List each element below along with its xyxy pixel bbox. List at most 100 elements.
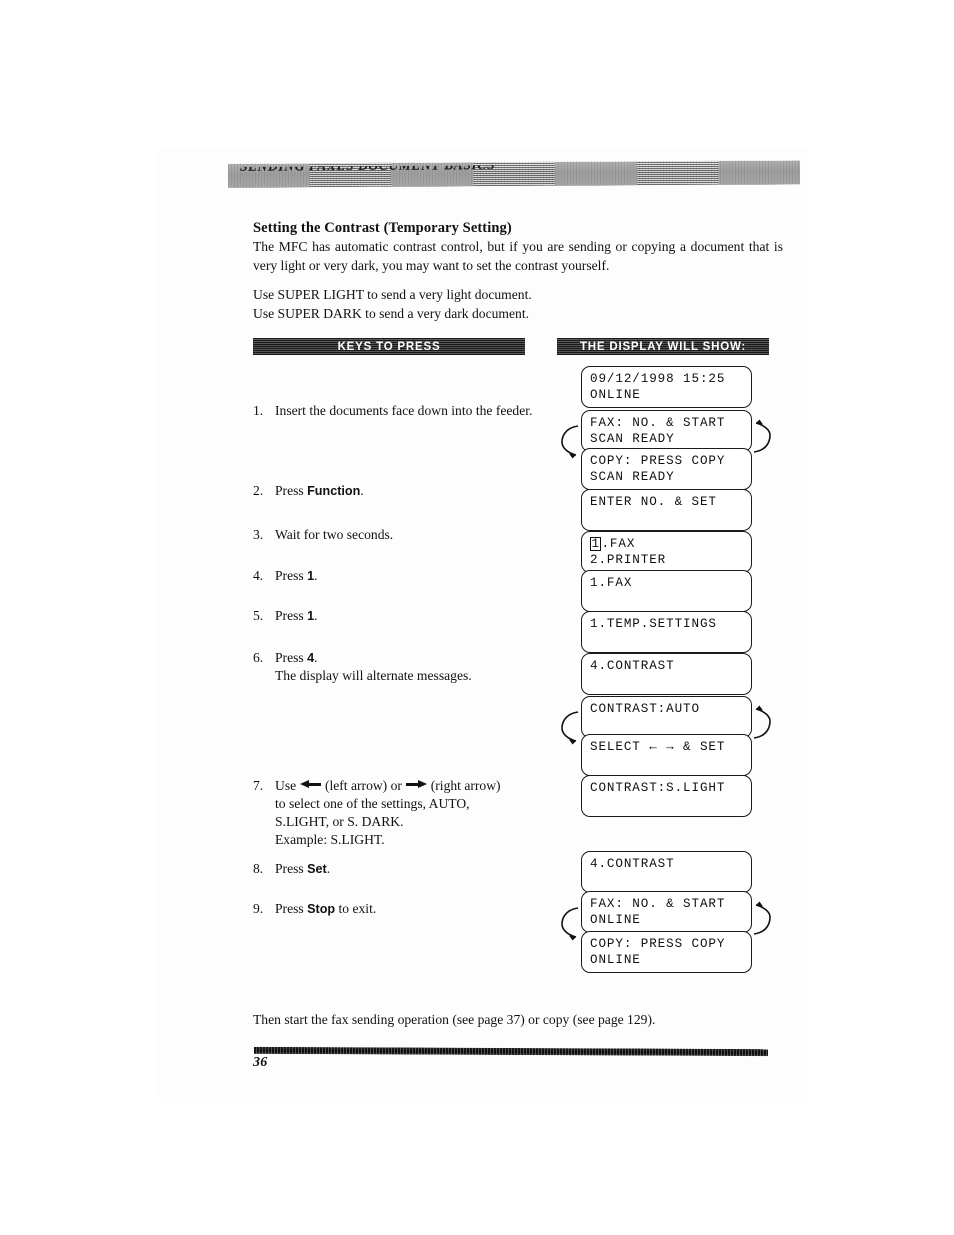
alternation-arc-left-3 bbox=[556, 906, 584, 941]
right-arrow-icon bbox=[405, 780, 428, 789]
step-1-number: 1. bbox=[253, 403, 264, 418]
banner-display-label: THE DISPLAY WILL SHOW: bbox=[579, 340, 747, 353]
closing-paragraph: Then start the fax sending operation (se… bbox=[253, 1012, 656, 1027]
step-3-number: 3. bbox=[253, 527, 264, 542]
footer-rule-texture bbox=[253, 1046, 769, 1057]
step-7: 7. Use (left arrow) or (right arrow) to s… bbox=[253, 777, 543, 849]
display-1-line-1: 09/12/1998 15:25 bbox=[590, 372, 726, 386]
banner-keys-label: KEYS TO PRESS bbox=[337, 340, 441, 353]
display-5-line-2: 2.PRINTER bbox=[590, 553, 667, 567]
step-8-prefix: Press bbox=[275, 861, 308, 876]
display-box-fax-scan-ready: FAX: NO. & START SCAN READY bbox=[581, 410, 752, 452]
display-2-line-2: SCAN READY bbox=[590, 432, 675, 446]
display-13-line-2: ONLINE bbox=[590, 913, 641, 927]
usage-line-super-light: Use SUPER LIGHT to send a very light doc… bbox=[253, 287, 532, 302]
step-8-number: 8. bbox=[253, 861, 264, 876]
step-9-number: 9. bbox=[253, 901, 264, 916]
footer-rule bbox=[253, 1046, 769, 1057]
step-7-part-c: (right arrow) bbox=[427, 778, 501, 793]
step-8-suffix: . bbox=[326, 861, 331, 876]
usage-line-super-dark: Use SUPER DARK to send a very dark docum… bbox=[253, 305, 529, 321]
alternation-arc-right-3 bbox=[748, 901, 776, 936]
display-box-copy-scan-ready: COPY: PRESS COPY SCAN READY bbox=[581, 448, 752, 490]
step-7-line-2: to select one of the settings, AUTO, bbox=[275, 796, 470, 811]
step-4-number: 4. bbox=[253, 568, 264, 583]
step-9-prefix: Press bbox=[275, 901, 308, 916]
step-9-key-stop: Stop bbox=[307, 902, 336, 916]
running-header-band: SENDING FAXES DOCUMENT BASICS bbox=[227, 160, 801, 188]
display-12-line-1: 4.CONTRAST bbox=[590, 857, 675, 871]
step-3: 3. Wait for two seconds. bbox=[253, 526, 543, 544]
display-box-contrast-s-light: CONTRAST:S.LIGHT bbox=[581, 775, 752, 817]
display-5-cursor: 1 bbox=[590, 537, 602, 551]
display-box-online-datetime: 09/12/1998 15:25 ONLINE bbox=[581, 366, 752, 408]
display-box-4-contrast-first: 4.CONTRAST bbox=[581, 653, 752, 695]
alternation-arc-left-2 bbox=[556, 710, 584, 745]
step-6-prefix: Press bbox=[275, 650, 308, 665]
display-box-enter-no-set: ENTER NO. & SET bbox=[581, 489, 752, 531]
display-box-1-fax: 1.FAX bbox=[581, 570, 752, 612]
display-7-line-1: 1.TEMP.SETTINGS bbox=[590, 617, 717, 631]
step-9-suffix: to exit. bbox=[335, 901, 377, 916]
display-box-4-contrast-second: 4.CONTRAST bbox=[581, 851, 752, 893]
banner-keys-to-press: KEYS TO PRESS bbox=[253, 338, 525, 355]
step-1: 1. Insert the documents face down into t… bbox=[253, 402, 543, 420]
display-10-line-1: SELECT ← → & SET bbox=[590, 740, 726, 754]
step-5-prefix: Press bbox=[275, 608, 308, 623]
page-number: 36 bbox=[253, 1055, 268, 1070]
step-2: 2. Press Function. bbox=[253, 482, 543, 500]
step-4-suffix: . bbox=[314, 568, 318, 583]
display-13-line-1: FAX: NO. & START bbox=[590, 897, 726, 911]
step-6-suffix: . bbox=[314, 650, 318, 665]
step-6-text: Press 4. The display will alternate messa… bbox=[275, 649, 543, 685]
step-7-part-b: (left arrow) or bbox=[321, 778, 406, 793]
step-2-suffix: . bbox=[360, 483, 364, 498]
display-1-line-2: ONLINE bbox=[590, 388, 641, 402]
display-box-copy-online: COPY: PRESS COPY ONLINE bbox=[581, 931, 752, 973]
step-8-text: Press Set. bbox=[275, 860, 543, 878]
alternation-arc-right-1 bbox=[748, 419, 776, 454]
alternation-arc-left-1 bbox=[556, 424, 584, 459]
document-page: SENDING FAXES DOCUMENT BASICS Setting th… bbox=[0, 0, 954, 1235]
step-2-text: Press Function. bbox=[275, 482, 543, 500]
display-4-line-1: ENTER NO. & SET bbox=[590, 495, 717, 509]
step-6-subtext: The display will alternate messages. bbox=[275, 668, 472, 683]
display-box-contrast-auto: CONTRAST:AUTO bbox=[581, 696, 752, 738]
display-14-line-1: COPY: PRESS COPY bbox=[590, 937, 726, 951]
display-3-line-1: COPY: PRESS COPY bbox=[590, 454, 726, 468]
display-box-1-fax-2-printer: 1 .FAX 2.PRINTER bbox=[581, 531, 752, 573]
display-5-line-1: 1 .FAX bbox=[582, 532, 751, 552]
step-5-number: 5. bbox=[253, 608, 264, 623]
step-7-text: Use (left arrow) or (right arrow) to sele… bbox=[275, 777, 543, 849]
step-5-suffix: . bbox=[314, 608, 318, 623]
section-heading: Setting the Contrast (Temporary Setting) bbox=[253, 220, 512, 236]
step-2-key-function: Function bbox=[307, 484, 361, 498]
step-5-text: Press 1. bbox=[275, 607, 543, 625]
step-7-part-a: Use bbox=[275, 778, 300, 793]
left-arrow-icon bbox=[299, 780, 322, 789]
display-6-line-1: 1.FAX bbox=[590, 576, 633, 590]
step-9-text: Press Stop to exit. bbox=[275, 900, 543, 918]
display-box-fax-online: FAX: NO. & START ONLINE bbox=[581, 891, 752, 933]
step-4-text: Press 1. bbox=[275, 567, 543, 585]
step-7-number: 7. bbox=[253, 778, 264, 793]
step-7-line-3: S.LIGHT, or S. DARK. bbox=[275, 814, 404, 829]
step-4-prefix: Press bbox=[275, 568, 308, 583]
display-8-line-1: 4.CONTRAST bbox=[590, 659, 675, 673]
step-3-text: Wait for two seconds. bbox=[275, 527, 394, 542]
banner-display-will-show: THE DISPLAY WILL SHOW: bbox=[557, 338, 769, 355]
step-6-number: 6. bbox=[253, 650, 264, 665]
step-1-text: Insert the documents face down into the … bbox=[275, 403, 533, 418]
display-box-temp-settings: 1.TEMP.SETTINGS bbox=[581, 611, 752, 653]
step-8-key-set: Set bbox=[307, 862, 327, 876]
step-6: 6. Press 4. The display will alternate me… bbox=[253, 649, 543, 685]
usage-notes: Use SUPER LIGHT to send a very light doc… bbox=[253, 286, 653, 323]
step-2-number: 2. bbox=[253, 483, 264, 498]
step-2-prefix: Press bbox=[275, 483, 308, 498]
step-5: 5. Press 1. bbox=[253, 607, 543, 625]
display-14-line-2: ONLINE bbox=[590, 953, 641, 967]
display-3-line-2: SCAN READY bbox=[590, 470, 675, 484]
step-7-line-4: Example: S.LIGHT. bbox=[275, 832, 385, 847]
intro-paragraph: The MFC has automatic contrast control, … bbox=[253, 239, 783, 273]
display-11-line-1: CONTRAST:S.LIGHT bbox=[590, 781, 726, 795]
